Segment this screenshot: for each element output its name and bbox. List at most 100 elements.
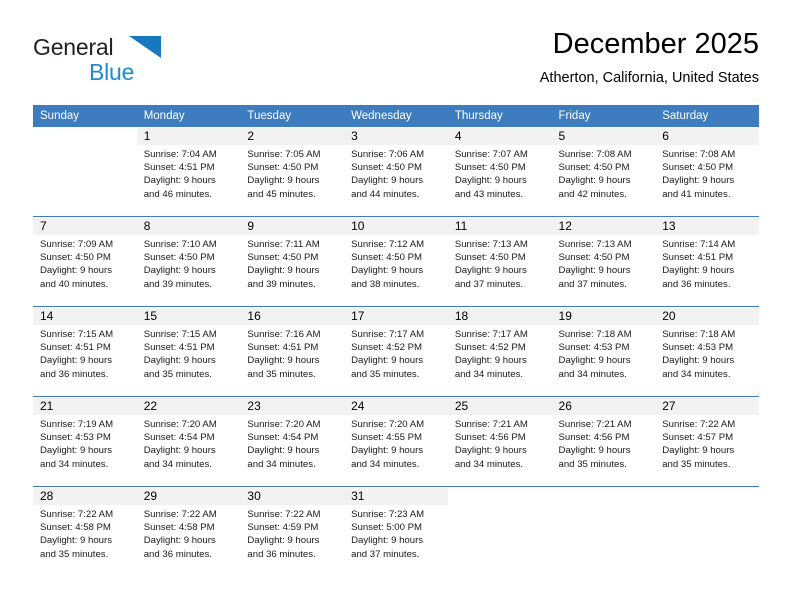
day-cell[interactable]: 3 Sunrise: 7:06 AM Sunset: 4:50 PM Daylight… (344, 127, 448, 216)
calendar-cell: 10 Sunrise: 7:12 AM Sunset: 4:50 PM Dayligh… (344, 217, 448, 306)
daylight-duration-line2: and 35 minutes. (143, 368, 212, 380)
day-cell[interactable]: 25 Sunrise: 7:21 AM Sunset: 4:56 PM Dayligh… (447, 397, 552, 486)
logo-text-blue: Blue (89, 59, 135, 85)
daylight-duration-line1: Daylight: 9 hours (558, 175, 631, 187)
calendar-cell: 21 Sunrise: 7:19 AM Sunset: 4:53 PM Dayligh… (33, 397, 137, 486)
day-cell[interactable]: 8 Sunrise: 7:10 AM Sunset: 4:50 PM Daylight… (136, 217, 241, 306)
sunrise-time: Sunrise: 7:08 AM (662, 149, 736, 160)
daylight-duration-line1: Daylight: 9 hours (662, 175, 735, 187)
sunrise-time: Sunrise: 7:19 AM (40, 419, 114, 430)
daylight-duration-line1: Daylight: 9 hours (143, 265, 216, 277)
day-number: 15 (136, 308, 241, 325)
day-cell[interactable]: 5 Sunrise: 7:08 AM Sunset: 4:50 PM Daylight… (551, 127, 656, 216)
daylight-duration-line1: Daylight: 9 hours (143, 175, 216, 187)
calendar-cell: 20 Sunrise: 7:18 AM Sunset: 4:53 PM Dayligh… (655, 307, 759, 396)
sunrise-time: Sunrise: 7:06 AM (351, 149, 425, 160)
sunrise-time: Sunrise: 7:20 AM (351, 419, 425, 430)
daylight-duration-line2: and 34 minutes. (351, 458, 420, 470)
day-cell[interactable]: 12 Sunrise: 7:13 AM Sunset: 4:50 PM Dayligh… (551, 217, 656, 306)
daylight-duration-line1: Daylight: 9 hours (662, 265, 735, 277)
day-number: 14 (33, 308, 137, 325)
sunrise-time: Sunrise: 7:17 AM (454, 329, 528, 340)
daylight-duration-line2: and 39 minutes. (143, 278, 212, 290)
sunrise-time: Sunrise: 7:07 AM (454, 149, 528, 160)
sunset-time: Sunset: 4:58 PM (40, 522, 111, 534)
day-cell-empty (551, 487, 656, 576)
daylight-duration-line2: and 34 minutes. (558, 368, 627, 380)
sunrise-time: Sunrise: 7:13 AM (454, 239, 528, 250)
sunset-time: Sunset: 4:50 PM (454, 162, 526, 174)
sunset-time: Sunset: 4:52 PM (351, 342, 423, 354)
daylight-duration-line2: and 37 minutes. (454, 278, 524, 290)
page-header: General Blue December 2025 Atherton, Cal… (33, 26, 759, 98)
sunset-time: Sunset: 4:53 PM (558, 342, 630, 354)
daylight-duration-line2: and 34 minutes. (40, 458, 109, 470)
day-number: 25 (447, 398, 552, 415)
day-cell[interactable]: 6 Sunrise: 7:08 AM Sunset: 4:50 PM Daylight… (655, 127, 759, 216)
day-details: Sunrise: 7:19 AM Sunset: 4:53 PM Daylight:… (33, 415, 137, 471)
daylight-duration-line2: and 34 minutes. (247, 458, 316, 470)
day-cell[interactable]: 22 Sunrise: 7:20 AM Sunset: 4:54 PM Dayligh… (136, 397, 241, 486)
day-cell[interactable]: 24 Sunrise: 7:20 AM Sunset: 4:55 PM Dayligh… (344, 397, 448, 486)
page-title: December 2025 (552, 28, 759, 60)
sunrise-time: Sunrise: 7:10 AM (143, 239, 217, 250)
weekday-header-wednesday: Wednesday (344, 105, 448, 127)
daylight-duration-line1: Daylight: 9 hours (247, 355, 320, 367)
day-cell[interactable]: 18 Sunrise: 7:17 AM Sunset: 4:52 PM Dayligh… (447, 307, 552, 396)
day-cell[interactable]: 10 Sunrise: 7:12 AM Sunset: 4:50 PM Dayligh… (344, 217, 448, 306)
day-cell[interactable]: 4 Sunrise: 7:07 AM Sunset: 4:50 PM Daylight… (447, 127, 552, 216)
day-cell[interactable]: 9 Sunrise: 7:11 AM Sunset: 4:50 PM Daylight… (240, 217, 345, 306)
weekday-header-thursday: Thursday (447, 105, 552, 127)
daylight-duration-line1: Daylight: 9 hours (143, 535, 216, 547)
day-cell[interactable]: 21 Sunrise: 7:19 AM Sunset: 4:53 PM Dayligh… (33, 397, 137, 486)
sunrise-time: Sunrise: 7:21 AM (558, 419, 632, 430)
sunrise-time: Sunrise: 7:22 AM (662, 419, 736, 430)
day-details: Sunrise: 7:10 AM Sunset: 4:50 PM Daylight:… (137, 235, 241, 291)
day-cell[interactable]: 16 Sunrise: 7:16 AM Sunset: 4:51 PM Dayligh… (240, 307, 345, 396)
calendar-header-row-group: Sunday Monday Tuesday Wednesday Thursday… (33, 105, 759, 127)
sunset-time: Sunset: 4:55 PM (351, 432, 423, 444)
day-cell[interactable]: 29 Sunrise: 7:22 AM Sunset: 4:58 PM Dayligh… (136, 487, 241, 576)
day-cell[interactable]: 13 Sunrise: 7:14 AM Sunset: 4:51 PM Dayligh… (655, 217, 759, 306)
day-cell[interactable]: 28 Sunrise: 7:22 AM Sunset: 4:58 PM Dayligh… (33, 487, 137, 576)
day-cell[interactable]: 11 Sunrise: 7:13 AM Sunset: 4:50 PM Dayligh… (447, 217, 552, 306)
day-cell[interactable]: 15 Sunrise: 7:15 AM Sunset: 4:51 PM Dayligh… (136, 307, 241, 396)
day-cell[interactable]: 2 Sunrise: 7:05 AM Sunset: 4:50 PM Daylight… (240, 127, 345, 216)
sunset-time: Sunset: 4:50 PM (143, 252, 215, 264)
daylight-duration-line2: and 39 minutes. (247, 278, 316, 290)
sunrise-time: Sunrise: 7:13 AM (558, 239, 632, 250)
day-details: Sunrise: 7:12 AM Sunset: 4:50 PM Daylight:… (344, 235, 448, 291)
daylight-duration-line2: and 35 minutes. (247, 368, 316, 380)
day-details: Sunrise: 7:06 AM Sunset: 4:50 PM Daylight:… (344, 145, 448, 201)
daylight-duration-line1: Daylight: 9 hours (143, 355, 216, 367)
daylight-duration-line1: Daylight: 9 hours (558, 265, 631, 277)
sunrise-time: Sunrise: 7:20 AM (143, 419, 217, 430)
sunset-time: Sunset: 4:50 PM (558, 162, 630, 174)
day-cell[interactable]: 7 Sunrise: 7:09 AM Sunset: 4:50 PM Daylight… (33, 217, 137, 306)
daylight-duration-line1: Daylight: 9 hours (454, 445, 527, 457)
day-cell[interactable]: 19 Sunrise: 7:18 AM Sunset: 4:53 PM Dayligh… (551, 307, 656, 396)
sunset-time: Sunset: 4:57 PM (662, 432, 734, 444)
day-cell[interactable]: 14 Sunrise: 7:15 AM Sunset: 4:51 PM Dayligh… (33, 307, 137, 396)
day-cell[interactable]: 1 Sunrise: 7:04 AM Sunset: 4:51 PM Daylight… (136, 127, 241, 216)
day-cell[interactable]: 17 Sunrise: 7:17 AM Sunset: 4:52 PM Dayligh… (344, 307, 448, 396)
daylight-duration-line2: and 35 minutes. (40, 548, 109, 560)
day-cell[interactable]: 26 Sunrise: 7:21 AM Sunset: 4:56 PM Dayligh… (551, 397, 656, 486)
day-cell[interactable]: 30 Sunrise: 7:22 AM Sunset: 4:59 PM Dayligh… (240, 487, 345, 576)
day-number: 1 (136, 128, 241, 145)
logo-text-general: General (33, 34, 114, 60)
daylight-duration-line2: and 36 minutes. (247, 548, 316, 560)
sunset-time: Sunset: 4:50 PM (454, 252, 526, 264)
daylight-duration-line1: Daylight: 9 hours (143, 445, 216, 457)
calendar-cell: 13 Sunrise: 7:14 AM Sunset: 4:51 PM Dayligh… (655, 217, 759, 306)
day-cell[interactable]: 20 Sunrise: 7:18 AM Sunset: 4:53 PM Dayligh… (655, 307, 759, 396)
day-cell[interactable]: 31 Sunrise: 7:23 AM Sunset: 5:00 PM Dayligh… (344, 487, 448, 576)
calendar-cell (447, 487, 552, 576)
day-cell[interactable]: 23 Sunrise: 7:20 AM Sunset: 4:54 PM Dayligh… (240, 397, 345, 486)
calendar-cell: 23 Sunrise: 7:20 AM Sunset: 4:54 PM Dayligh… (240, 397, 345, 486)
sunrise-time: Sunrise: 7:15 AM (40, 329, 114, 340)
calendar-week-row: 28 Sunrise: 7:22 AM Sunset: 4:58 PM Dayligh… (33, 487, 759, 576)
day-cell[interactable]: 27 Sunrise: 7:22 AM Sunset: 4:57 PM Dayligh… (655, 397, 759, 486)
sunset-time: Sunset: 4:51 PM (40, 342, 111, 354)
calendar-cell: 12 Sunrise: 7:13 AM Sunset: 4:50 PM Dayligh… (551, 217, 656, 306)
